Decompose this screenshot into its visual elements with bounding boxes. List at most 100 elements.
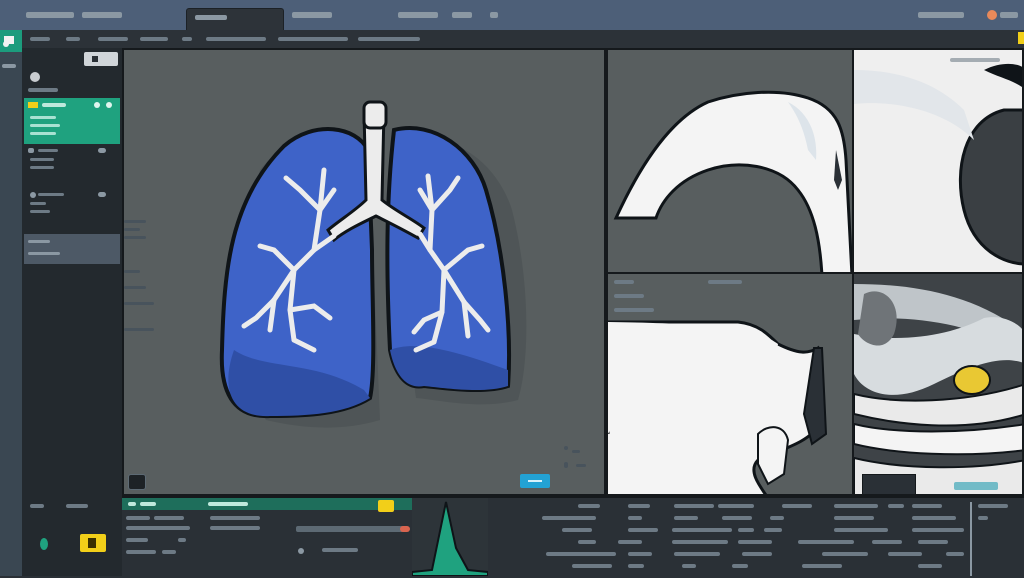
table-cell (798, 540, 854, 544)
row-value (178, 538, 186, 542)
info-icon (528, 480, 542, 482)
tab-placeholder[interactable] (452, 12, 472, 18)
tool-icon[interactable] (2, 64, 16, 68)
menu-item[interactable] (98, 37, 128, 41)
menu-item[interactable] (182, 37, 192, 41)
table-cell (978, 504, 1008, 508)
search-icon[interactable] (30, 72, 40, 82)
histogram-chart[interactable] (412, 498, 488, 576)
tab-placeholder[interactable] (490, 12, 498, 18)
app-title-placeholder (26, 12, 74, 18)
tab-placeholder[interactable] (292, 12, 332, 18)
sidebar-item-selected[interactable] (24, 234, 120, 264)
item-sub (30, 166, 54, 169)
menu-item[interactable] (30, 37, 50, 41)
table-cell (978, 516, 988, 520)
footer-control[interactable] (30, 504, 44, 508)
row-value (210, 526, 260, 530)
tab-label-placeholder (195, 15, 227, 20)
table-cell (912, 528, 964, 532)
app-logo-icon[interactable] (0, 30, 22, 52)
sidebar-toggle[interactable] (84, 52, 118, 66)
table-cell (578, 504, 600, 508)
column-divider[interactable] (970, 502, 972, 576)
info-badge[interactable] (520, 474, 550, 488)
tab-icon[interactable] (128, 502, 136, 506)
sidebar-item-active[interactable] (24, 98, 120, 144)
lock-icon[interactable] (106, 102, 112, 108)
menu-item[interactable] (206, 37, 266, 41)
table-cell (628, 528, 658, 532)
visibility-icon[interactable] (98, 192, 106, 197)
menu-bar (22, 30, 1024, 50)
table-cell (722, 516, 752, 520)
bottom-tab-bar (122, 498, 416, 510)
coronal-slice-top-right[interactable] (852, 48, 1024, 274)
table-cell (578, 540, 596, 544)
ruler-tick (564, 446, 568, 450)
table-cell (912, 516, 956, 520)
table-cell (782, 504, 812, 508)
item-sub (30, 116, 56, 119)
tab-placeholder[interactable] (398, 12, 438, 18)
section-header (28, 88, 58, 92)
item-sub (30, 202, 46, 205)
table-cell (888, 552, 922, 556)
scale-marker (954, 482, 998, 490)
lungs-3d-model[interactable] (124, 50, 604, 494)
item-label (28, 240, 50, 243)
close-icon[interactable] (1000, 12, 1018, 18)
left-toolstrip (0, 30, 22, 576)
tab-label[interactable] (208, 502, 248, 506)
sidebar-item[interactable] (24, 146, 120, 186)
visibility-icon[interactable] (98, 148, 106, 153)
table-cell (674, 504, 714, 508)
table-cell (674, 516, 698, 520)
status-dot-icon (40, 538, 48, 550)
panel-label (614, 294, 644, 298)
table-cell (572, 564, 612, 568)
row-value (154, 516, 184, 520)
table-cell (672, 528, 732, 532)
slider-track[interactable] (296, 526, 406, 532)
table-cell (834, 504, 878, 508)
slider-thumb[interactable] (400, 526, 410, 532)
axial-slice-top[interactable] (606, 48, 854, 274)
item-icon (28, 102, 38, 108)
table-cell (628, 504, 650, 508)
tab-label[interactable] (140, 502, 156, 506)
window-controls-placeholder[interactable] (918, 12, 964, 18)
sagittal-slice-bottom[interactable] (606, 272, 854, 496)
item-sub (30, 210, 50, 213)
panel-label (614, 308, 654, 312)
menu-item[interactable] (358, 37, 420, 41)
table-cell (672, 540, 728, 544)
highlight-button[interactable] (80, 534, 106, 552)
table-cell (628, 564, 644, 568)
table-cell (822, 552, 868, 556)
item-sub (30, 124, 60, 127)
sidebar-item[interactable] (24, 188, 120, 228)
menu-item[interactable] (278, 37, 348, 41)
visibility-icon[interactable] (94, 102, 100, 108)
table-cell (628, 552, 652, 556)
viewport-3d[interactable] (122, 48, 606, 496)
row-value (322, 548, 358, 552)
row-label (126, 516, 150, 520)
menu-item[interactable] (140, 37, 168, 41)
row-label (126, 538, 148, 542)
table-cell (546, 552, 616, 556)
row-value (210, 516, 260, 520)
menu-item[interactable] (66, 37, 80, 41)
oblique-slice-bottom-right[interactable] (852, 272, 1024, 496)
table-cell (888, 504, 904, 508)
item-sub (28, 252, 60, 255)
viewport-corner-button[interactable] (128, 474, 146, 490)
table-cell (834, 516, 874, 520)
bottom-panel (122, 496, 1024, 578)
panel-tag[interactable] (862, 474, 916, 494)
panel-label (614, 280, 634, 284)
table-cell (618, 540, 642, 544)
highlight-chip[interactable] (378, 500, 394, 512)
footer-control[interactable] (66, 504, 88, 508)
